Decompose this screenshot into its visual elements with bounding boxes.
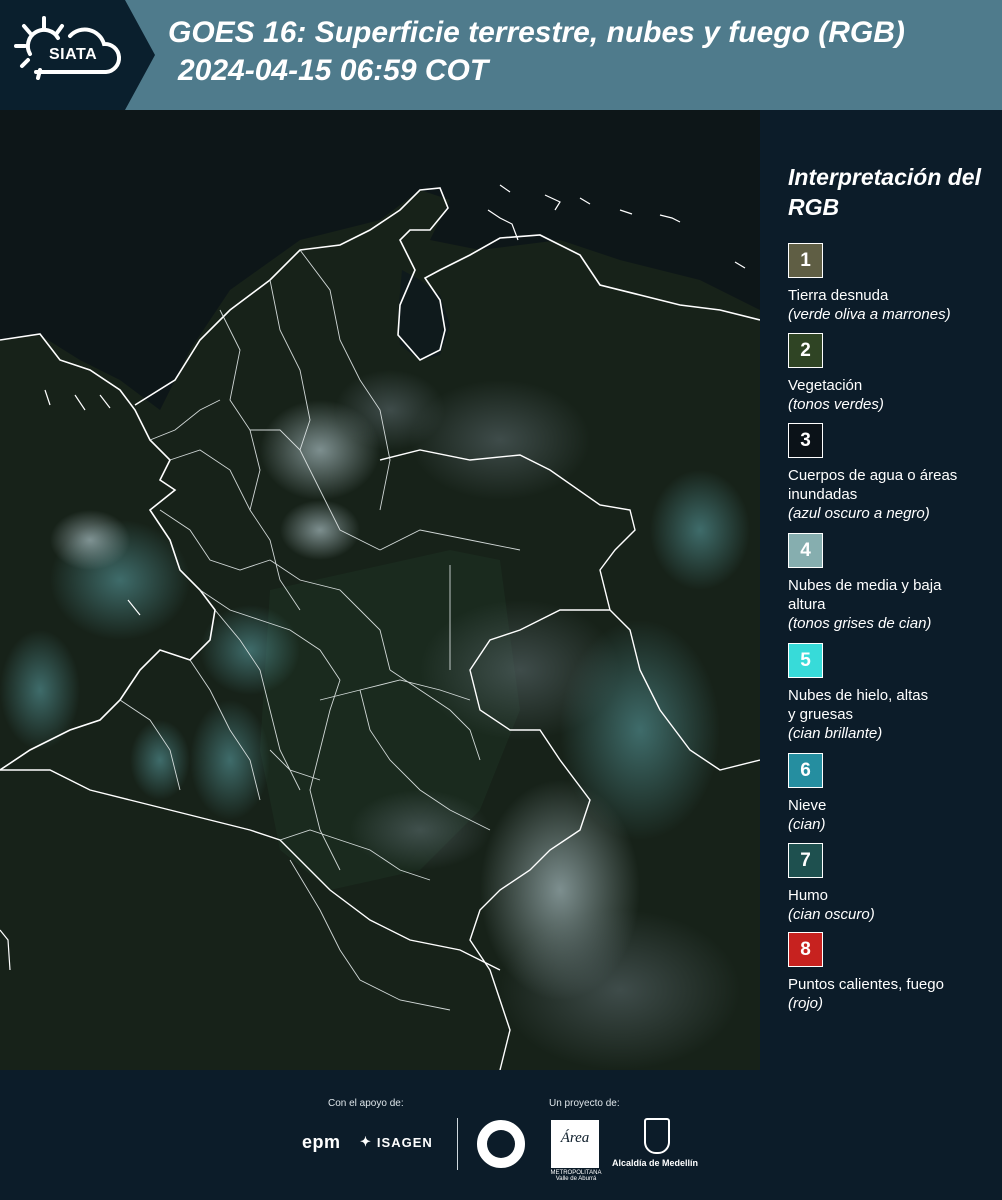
legend-label-8: Puntos calientes, fuego bbox=[788, 976, 944, 993]
legend-item-8: 8 Puntos calientes, fuego (rojo) bbox=[788, 932, 998, 1013]
medellin-shield-icon bbox=[644, 1118, 670, 1154]
page-title: GOES 16: Superficie terrestre, nubes y f… bbox=[168, 16, 905, 49]
legend-swatch-7: 7 bbox=[788, 843, 823, 878]
map-canvas bbox=[0, 110, 760, 1070]
legend-item-3: 3 Cuerpos de agua o áreas inundadas (azu… bbox=[788, 423, 998, 523]
legend-item-2: 2 Vegetación (tonos verdes) bbox=[788, 333, 998, 414]
siata-logo: SIATA bbox=[14, 14, 126, 96]
legend-swatch-2: 2 bbox=[788, 333, 823, 368]
legend-label-1: Tierra desnuda bbox=[788, 287, 889, 304]
legend-label-4: Nubes de media y baja altura bbox=[788, 577, 942, 613]
legend-sub-6: (cian) bbox=[788, 816, 826, 833]
legend-title: Interpretación del RGB bbox=[788, 164, 981, 220]
isagen-mark-icon: ✦ bbox=[360, 1134, 372, 1149]
project-caption: Un proyecto de: bbox=[549, 1098, 620, 1109]
seal-emblem-icon bbox=[487, 1130, 515, 1158]
isagen-logo: ✦ ISAGEN bbox=[360, 1134, 433, 1150]
legend-sub-8: (rojo) bbox=[788, 995, 824, 1012]
legend-swatch-4: 4 bbox=[788, 533, 823, 568]
siata-logo-text: SIATA bbox=[49, 46, 98, 63]
area-metropolitana-logo: Área bbox=[551, 1120, 599, 1168]
seal-logo bbox=[477, 1120, 525, 1168]
legend-item-7: 7 Humo (cian oscuro) bbox=[788, 843, 998, 924]
satellite-map[interactable] bbox=[0, 110, 760, 1070]
legend-sub-3: (azul oscuro a negro) bbox=[788, 505, 930, 522]
footer-divider bbox=[457, 1118, 458, 1170]
legend-swatch-1: 1 bbox=[788, 243, 823, 278]
legend-sub-2: (tonos verdes) bbox=[788, 396, 884, 413]
legend-sub-7: (cian oscuro) bbox=[788, 906, 875, 923]
legend-label-5: Nubes de hielo, altas y gruesas bbox=[788, 687, 929, 723]
legend-item-6: 6 Nieve (cian) bbox=[788, 753, 998, 834]
area-metropolitana-subtitle: METROPOLITANA Valle de Aburrá bbox=[550, 1170, 602, 1182]
header: SIATA GOES 16: Superficie terrestre, nub… bbox=[0, 0, 1002, 110]
medellin-logo-text: Alcaldía de Medellín bbox=[612, 1158, 699, 1168]
isagen-logo-text: ISAGEN bbox=[376, 1134, 433, 1150]
support-caption: Con el apoyo de: bbox=[328, 1098, 404, 1109]
legend-swatch-5: 5 bbox=[788, 643, 823, 678]
legend-sub-5: (cian brillante) bbox=[788, 725, 883, 742]
footer: Con el apoyo de: Un proyecto de: epm ✦ I… bbox=[0, 1070, 1002, 1200]
epm-logo: epm bbox=[302, 1132, 341, 1152]
legend-panel: Interpretación del RGB 1 Tierra desnuda … bbox=[760, 110, 1002, 1070]
legend-swatch-3: 3 bbox=[788, 423, 823, 458]
legend-sub-4: (tonos grises de cian) bbox=[788, 615, 932, 632]
legend-label-7: Humo bbox=[788, 887, 829, 904]
legend-label-2: Vegetación bbox=[788, 377, 863, 394]
legend-label-6: Nieve bbox=[788, 797, 827, 814]
page-timestamp: 2024-04-15 06:59 COT bbox=[178, 54, 489, 87]
legend-swatch-6: 6 bbox=[788, 753, 823, 788]
legend-item-4: 4 Nubes de media y baja altura (tonos gr… bbox=[788, 533, 998, 633]
legend-item-5: 5 Nubes de hielo, altas y gruesas (cian … bbox=[788, 643, 998, 743]
legend-swatch-8: 8 bbox=[788, 932, 823, 967]
legend-label-3: Cuerpos de agua o áreas inundadas bbox=[788, 467, 958, 503]
legend-item-1: 1 Tierra desnuda (verde oliva a marrones… bbox=[788, 243, 998, 324]
legend-sub-1: (verde oliva a marrones) bbox=[788, 306, 951, 323]
